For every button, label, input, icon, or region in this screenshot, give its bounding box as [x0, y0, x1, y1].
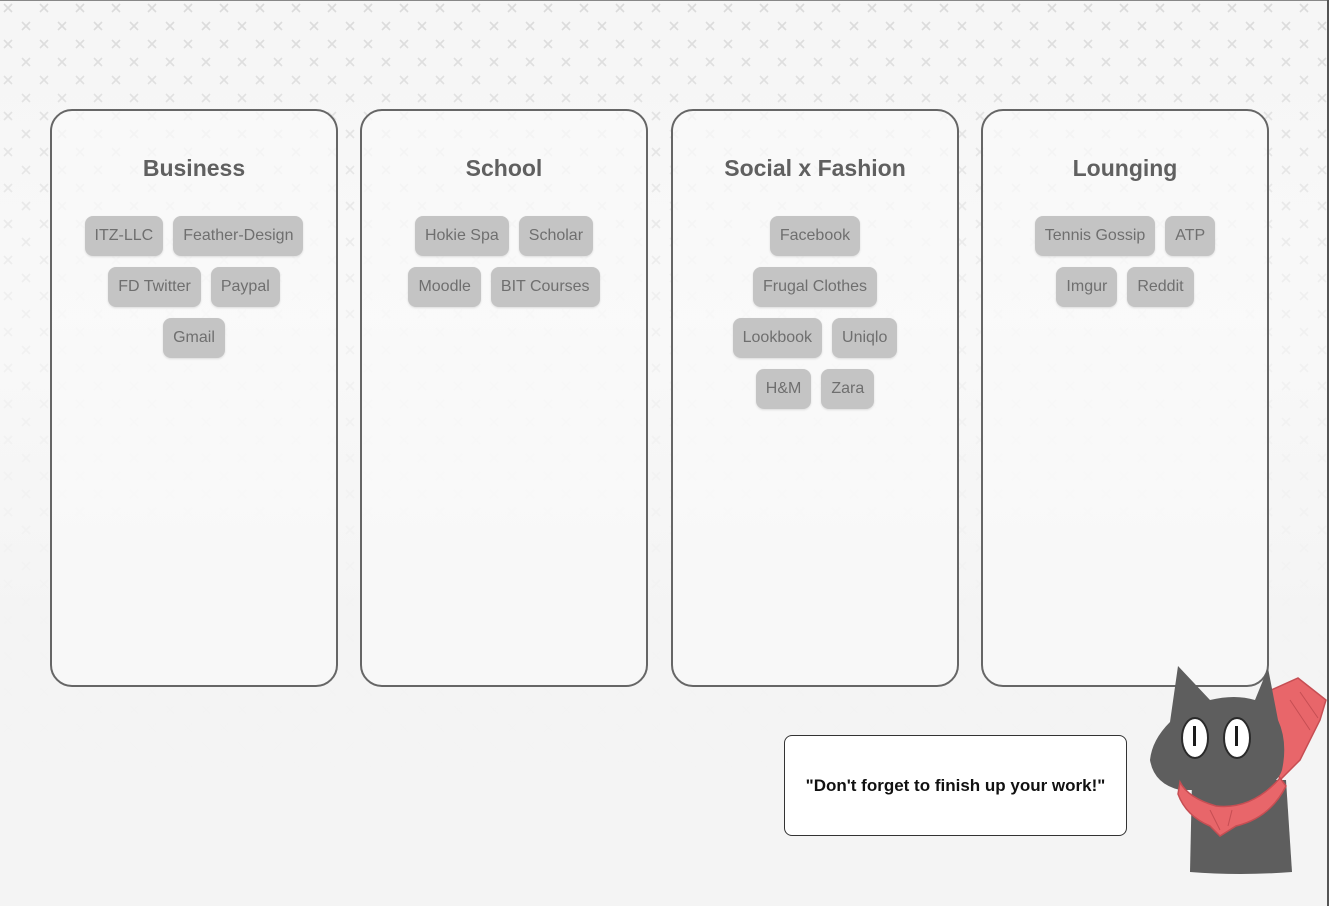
- link-list: ITZ-LLC Feather-Design FD Twitter Paypal…: [79, 216, 309, 358]
- link-chip[interactable]: Reddit: [1127, 267, 1194, 307]
- link-chip[interactable]: Moodle: [408, 267, 481, 307]
- link-chip[interactable]: Feather-Design: [173, 216, 304, 256]
- speech-bubble: "Don't forget to finish up your work!": [784, 735, 1127, 836]
- link-chip[interactable]: Lookbook: [732, 318, 823, 358]
- link-chip[interactable]: Hokie Spa: [414, 216, 509, 256]
- link-chip[interactable]: Gmail: [163, 318, 225, 358]
- link-list: Facebook Frugal Clothes Lookbook Uniqlo …: [730, 216, 900, 409]
- link-chip[interactable]: Scholar: [518, 216, 594, 256]
- column-social-fashion: Social x Fashion Facebook Frugal Clothes…: [671, 109, 959, 687]
- link-chip[interactable]: BIT Courses: [490, 267, 600, 307]
- link-chip[interactable]: H&M: [755, 369, 812, 409]
- column-title: Social x Fashion: [724, 155, 906, 181]
- column-business: Business ITZ-LLC Feather-Design FD Twitt…: [50, 109, 338, 687]
- frame-top-edge: [0, 0, 1329, 1]
- link-chip[interactable]: FD Twitter: [108, 267, 201, 307]
- link-list: Tennis Gossip ATP Imgur Reddit: [1025, 216, 1225, 307]
- column-lounging: Lounging Tennis Gossip ATP Imgur Reddit: [981, 109, 1269, 687]
- link-chip[interactable]: ITZ-LLC: [84, 216, 164, 256]
- speech-text: "Don't forget to finish up your work!": [805, 775, 1106, 795]
- column-title: Business: [142, 155, 246, 181]
- link-chip[interactable]: Paypal: [210, 267, 280, 307]
- column-title: Lounging: [1072, 155, 1178, 181]
- link-chip[interactable]: Imgur: [1056, 267, 1118, 307]
- link-chip[interactable]: Facebook: [769, 216, 861, 256]
- black-cat-mascot-icon: [1150, 666, 1327, 874]
- link-chip[interactable]: Uniqlo: [832, 318, 898, 358]
- link-chip[interactable]: Zara: [821, 369, 875, 409]
- link-list: Hokie Spa Scholar Moodle BIT Courses: [404, 216, 604, 307]
- column-title: School: [465, 155, 543, 181]
- link-chip[interactable]: ATP: [1165, 216, 1216, 256]
- column-school: School Hokie Spa Scholar Moodle BIT Cour…: [360, 109, 648, 687]
- link-chip[interactable]: Tennis Gossip: [1034, 216, 1156, 256]
- link-chip[interactable]: Frugal Clothes: [752, 267, 878, 307]
